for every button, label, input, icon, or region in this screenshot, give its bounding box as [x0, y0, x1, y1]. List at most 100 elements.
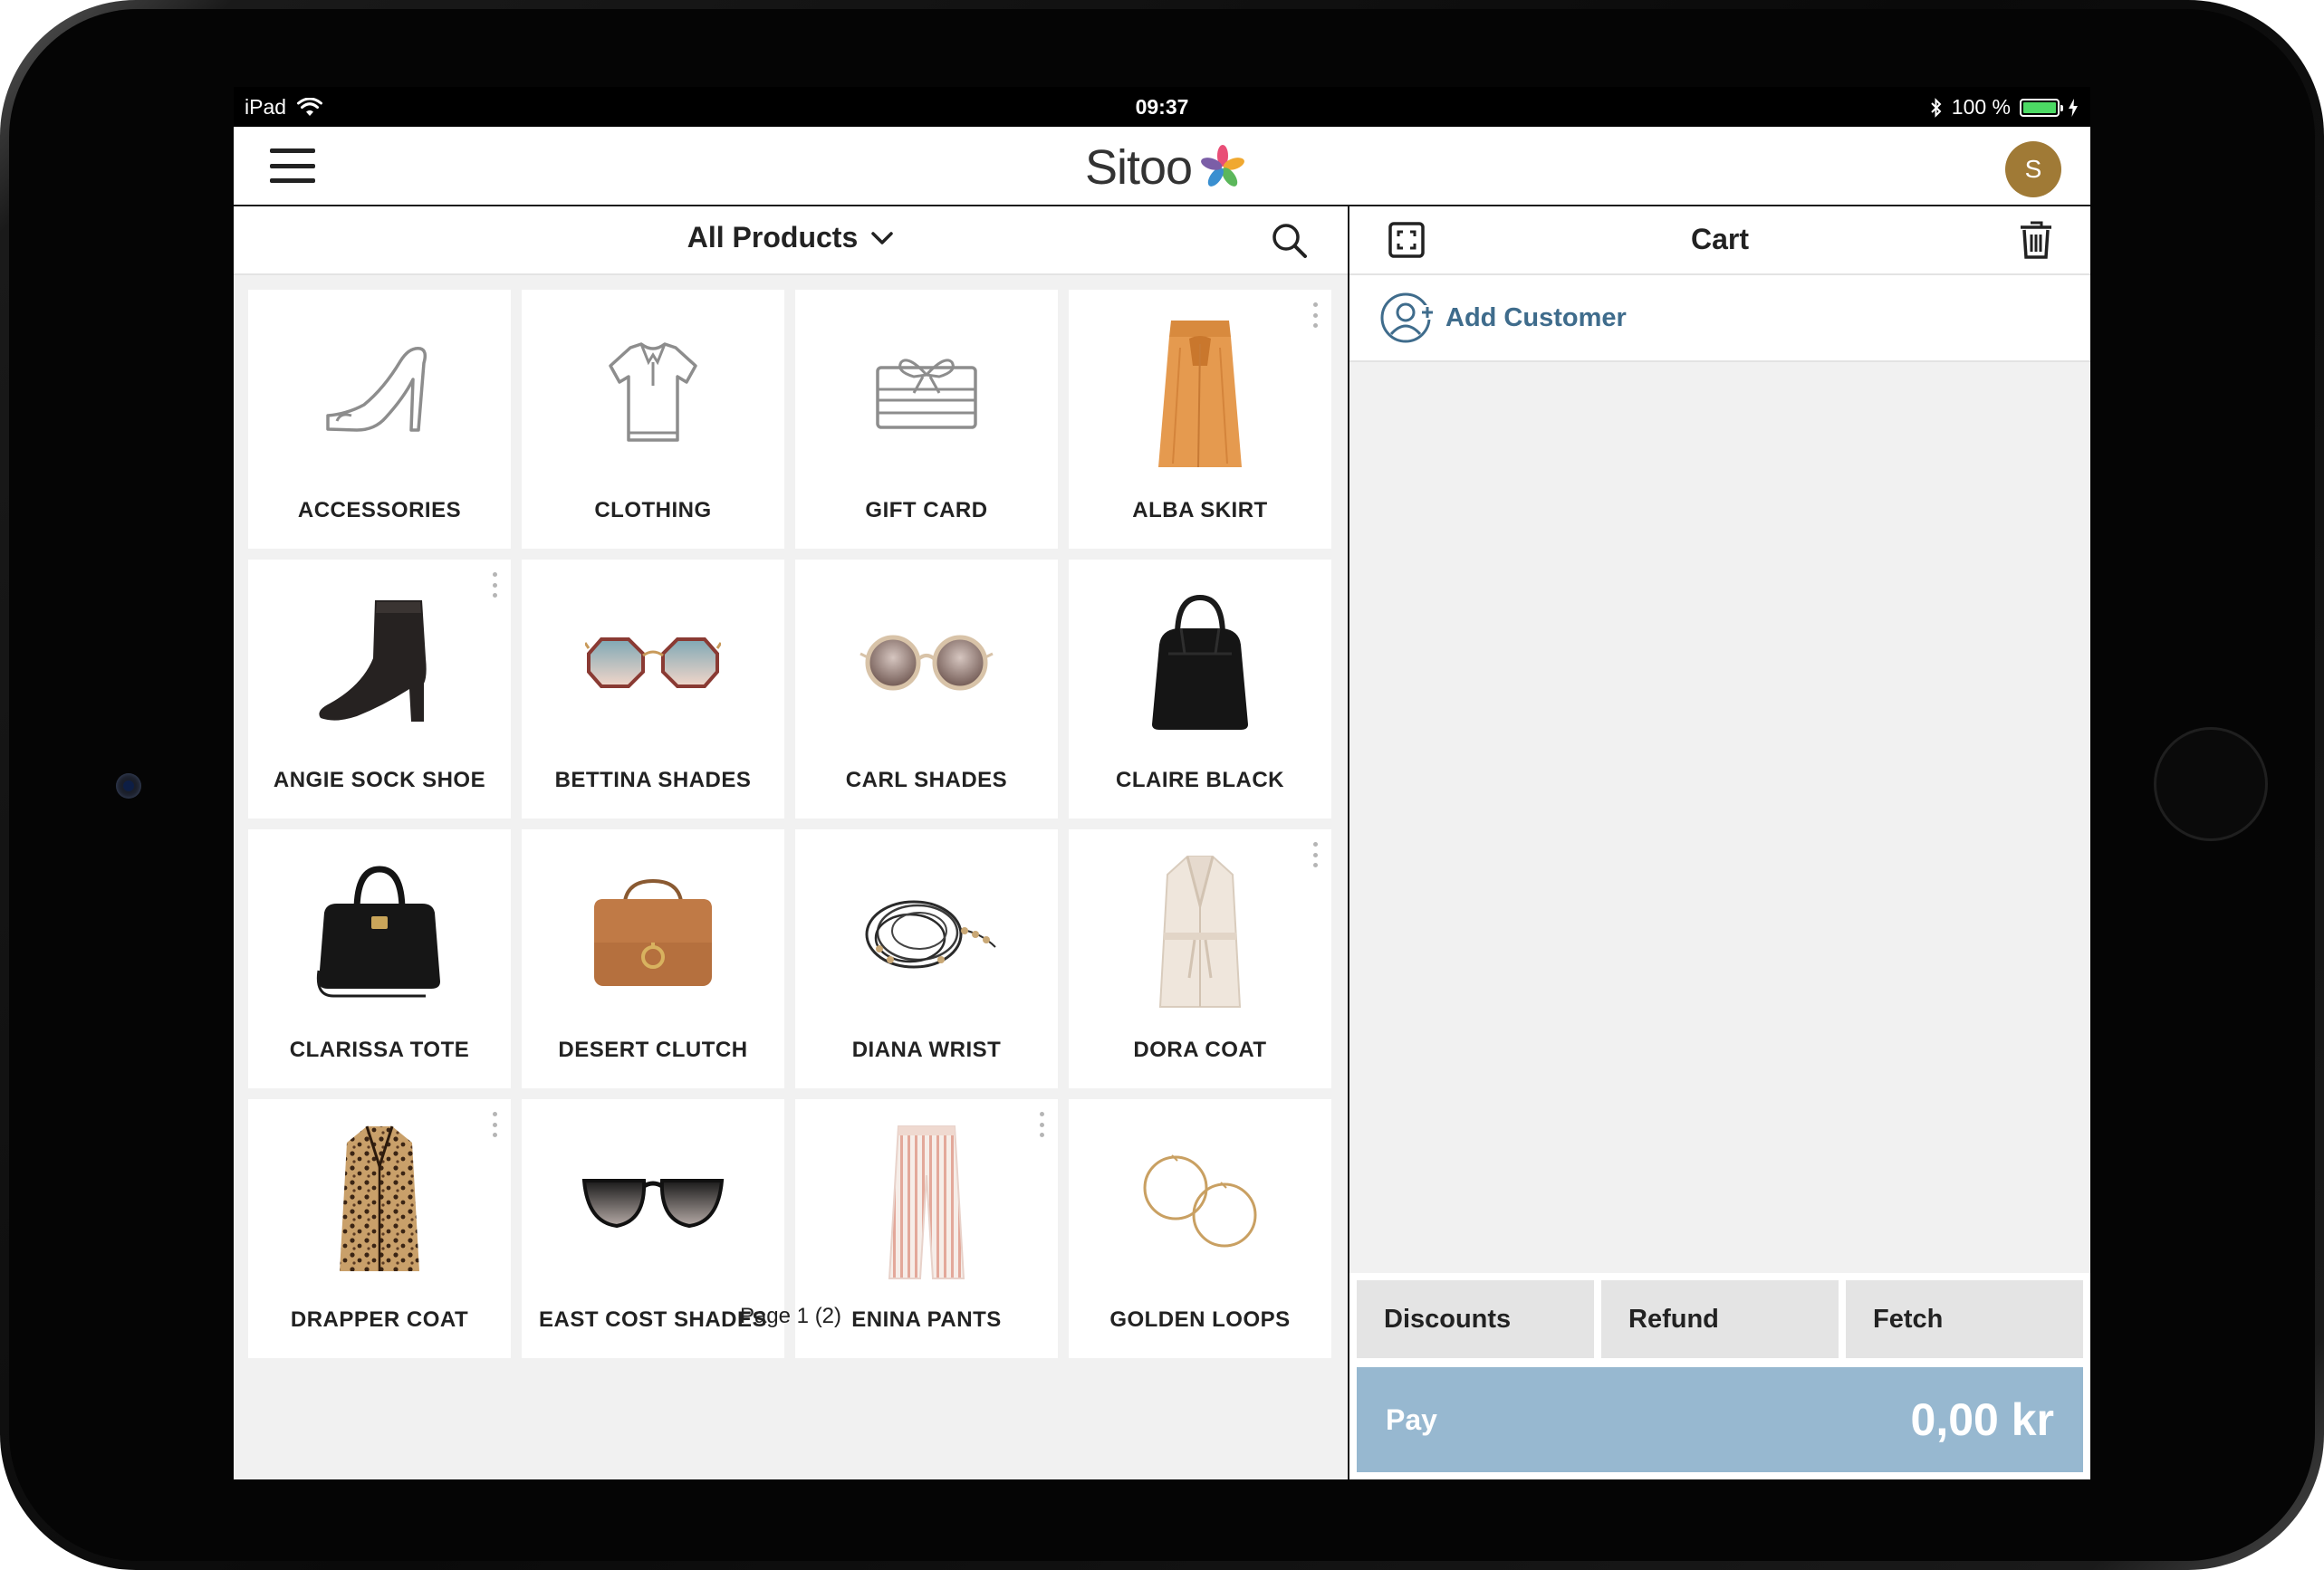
- tile-label: ALBA SKIRT: [1132, 498, 1268, 522]
- leopard-coat-image: [340, 1125, 419, 1271]
- product-tile[interactable]: CLAIRE BLACK: [1069, 560, 1331, 819]
- clock: 09:37: [1135, 95, 1189, 119]
- tile-label: DORA COAT: [1133, 1038, 1267, 1062]
- tile-label: ACCESSORIES: [297, 498, 462, 522]
- product-grid: ACCESSORIES CLOTHING GIFT CARD ALBA SKIR…: [248, 290, 1331, 1358]
- app-header: Sitoo S: [234, 127, 2090, 206]
- tile-image: [795, 572, 1058, 753]
- cart-panel: Cart Add Customer Discounts Refund Fetch…: [1349, 206, 2090, 1479]
- tote-bag-image: [316, 866, 440, 998]
- product-tile[interactable]: CLARISSA TOTE: [248, 829, 511, 1088]
- status-right: 100 %: [1930, 95, 2078, 120]
- product-tile[interactable]: CLOTHING: [522, 290, 784, 549]
- striped-pants-image: [888, 1125, 965, 1279]
- tile-image: [248, 1112, 511, 1293]
- tile-image: [522, 572, 784, 753]
- tile-image: [795, 302, 1058, 483]
- products-header: All Products: [234, 206, 1348, 275]
- sitoo-logo: Sitoo: [1085, 136, 1248, 199]
- tile-image: [522, 1112, 784, 1293]
- pay-label: Pay: [1386, 1402, 1437, 1436]
- bracelet-image: [865, 900, 996, 969]
- product-tile[interactable]: GIFT CARD: [795, 290, 1058, 549]
- trash-icon: [2021, 221, 2051, 259]
- tile-label: CLARISSA TOTE: [289, 1038, 470, 1062]
- octagon-sunglasses-image: [585, 637, 721, 688]
- battery-icon: [2020, 98, 2063, 117]
- add-user-icon: [1380, 292, 1435, 343]
- product-tile[interactable]: ALBA SKIRT: [1069, 290, 1331, 549]
- boot-image: [319, 600, 427, 722]
- add-customer-label: Add Customer: [1445, 302, 1627, 332]
- black-bag-image: [1152, 594, 1248, 730]
- product-tile[interactable]: BETTINA SHADES: [522, 560, 784, 819]
- round-sunglasses-image: [859, 635, 994, 691]
- battery-fill: [2023, 101, 2056, 113]
- hoop-earrings-image: [1143, 1154, 1257, 1248]
- tile-image: [248, 572, 511, 753]
- category-dropdown[interactable]: All Products: [234, 221, 1348, 254]
- tile-label: CLOTHING: [594, 498, 712, 522]
- search-button[interactable]: [1270, 221, 1310, 261]
- menu-icon-line: [270, 178, 315, 183]
- charging-icon: [2069, 98, 2078, 117]
- product-tile[interactable]: DIANA WRIST: [795, 829, 1058, 1088]
- tile-label: CLAIRE BLACK: [1116, 768, 1284, 792]
- cart-actions: Discounts Refund Fetch Pay 0,00 kr: [1349, 1273, 2090, 1479]
- tile-label: BETTINA SHADES: [554, 768, 752, 792]
- tile-label: ANGIE SOCK SHOE: [273, 768, 486, 792]
- tile-label: GIFT CARD: [865, 498, 988, 522]
- shoe-outline-icon: [326, 347, 427, 432]
- black-sunglasses-image: [581, 1179, 725, 1229]
- page-indicator: Page 1 (2): [739, 1304, 842, 1328]
- battery-percent: 100 %: [1951, 95, 2011, 119]
- fetch-button[interactable]: Fetch: [1846, 1280, 2083, 1358]
- product-tile[interactable]: DESERT CLUTCH: [522, 829, 784, 1088]
- product-tile[interactable]: DORA COAT: [1069, 829, 1331, 1088]
- skirt-image: [1158, 321, 1242, 468]
- tile-image: [795, 1112, 1058, 1293]
- product-tile[interactable]: CARL SHADES: [795, 560, 1058, 819]
- flower-logo-icon: [1201, 145, 1245, 187]
- ipad-frame: iPad 09:37 100 % Sitoo S All Products AC…: [0, 0, 2324, 1570]
- products-panel: All Products ACCESSORIES CLOTHING GIFT C…: [234, 206, 1348, 1479]
- pay-button[interactable]: Pay 0,00 kr: [1357, 1367, 2083, 1472]
- tile-image: [795, 842, 1058, 1023]
- discounts-button[interactable]: Discounts: [1357, 1280, 1594, 1358]
- brown-bag-image: [594, 878, 712, 986]
- user-avatar[interactable]: S: [2005, 141, 2061, 197]
- action-buttons: Discounts Refund Fetch: [1357, 1280, 2083, 1358]
- menu-icon-line: [270, 163, 315, 168]
- tile-label: CARL SHADES: [845, 768, 1008, 792]
- pay-total: 0,00 kr: [1910, 1394, 2054, 1445]
- tile-image: [522, 842, 784, 1023]
- product-tile[interactable]: ANGIE SOCK SHOE: [248, 560, 511, 819]
- tile-label: DIANA WRIST: [851, 1038, 1002, 1062]
- front-camera: [116, 773, 141, 799]
- category-label: All Products: [687, 221, 859, 254]
- home-button[interactable]: [2154, 727, 2268, 841]
- tile-image: [1069, 842, 1331, 1023]
- screen: iPad 09:37 100 % Sitoo S All Products AC…: [234, 87, 2090, 1479]
- tile-image: [1069, 572, 1331, 753]
- bluetooth-icon: [1931, 97, 1942, 118]
- shirt-outline-icon: [609, 342, 697, 442]
- cart-title: Cart: [1690, 223, 1749, 255]
- white-coat-image: [1158, 856, 1242, 1008]
- search-icon: [1272, 224, 1307, 258]
- clear-cart-button[interactable]: [2018, 219, 2054, 261]
- menu-button[interactable]: [270, 148, 315, 183]
- tile-label: DESERT CLUTCH: [558, 1038, 748, 1062]
- cart-header: Cart: [1349, 206, 2090, 275]
- tile-image: [248, 302, 511, 483]
- tile-image: [1069, 1112, 1331, 1293]
- add-customer-button[interactable]: Add Customer: [1349, 275, 2090, 362]
- refund-button[interactable]: Refund: [1601, 1280, 1839, 1358]
- product-tile[interactable]: ACCESSORIES: [248, 290, 511, 549]
- tile-image: [248, 842, 511, 1023]
- menu-icon-line: [270, 148, 315, 153]
- chevron-down-icon: [871, 231, 893, 244]
- gift-card-outline-icon: [876, 359, 977, 429]
- tile-image: [522, 302, 784, 483]
- tile-image: [1069, 302, 1331, 483]
